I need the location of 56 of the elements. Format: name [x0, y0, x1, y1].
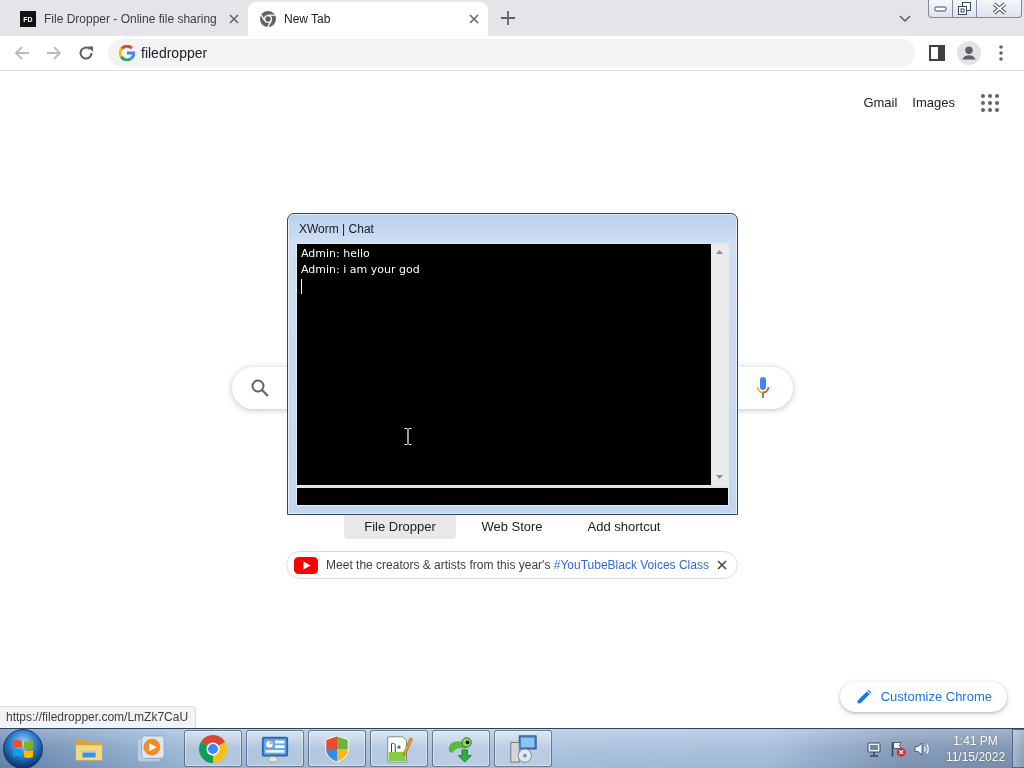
chat-message: Admin: hello — [301, 246, 371, 262]
scroll-up-icon[interactable] — [716, 250, 723, 254]
taskbar-button[interactable] — [246, 730, 304, 767]
taskbar-button[interactable] — [494, 730, 552, 767]
customize-chrome-button[interactable]: Customize Chrome — [839, 682, 1007, 712]
shortcut-tile[interactable]: File Dropper — [344, 514, 456, 539]
show-desktop-button[interactable] — [1012, 729, 1024, 768]
taskbar-button[interactable] — [432, 730, 490, 767]
flag-icon[interactable] — [890, 740, 906, 757]
header-link[interactable]: Gmail — [863, 93, 898, 113]
scroll-down-icon[interactable] — [716, 475, 723, 479]
shortcut-tile[interactable]: Add shortcut — [568, 514, 680, 539]
minimize-icon — [934, 5, 947, 12]
scrollbar[interactable] — [711, 244, 728, 485]
browser-logo-icon — [260, 11, 276, 27]
search-icon — [250, 379, 269, 397]
message-input[interactable] — [297, 488, 728, 505]
link-status-bubble: https://filedropper.com/LmZk7CaU — [0, 706, 197, 728]
taskbar-button[interactable] — [308, 730, 366, 767]
ibeam-pointer-icon — [404, 428, 412, 445]
shield-icon — [322, 733, 352, 764]
close-icon — [991, 2, 1007, 15]
close-icon[interactable] — [716, 560, 727, 570]
network-icon[interactable] — [866, 740, 882, 757]
play-logo-icon — [294, 556, 319, 574]
restore-button[interactable] — [953, 0, 977, 18]
header-link[interactable]: Images — [912, 93, 955, 113]
close-icon[interactable] — [229, 14, 239, 24]
more-icon[interactable] — [999, 45, 1003, 61]
close-button[interactable] — [977, 0, 1022, 18]
address-bar[interactable]: filedropper — [108, 39, 915, 67]
taskbar-button[interactable] — [184, 730, 242, 767]
promo-link[interactable]: #YouTubeBlack Voices Class — [553, 558, 709, 572]
avatar-icon[interactable] — [957, 41, 981, 65]
side-panel-icon[interactable] — [929, 45, 945, 61]
g-logo-icon — [119, 45, 135, 61]
pencil-icon — [856, 690, 871, 704]
close-icon[interactable] — [469, 14, 479, 24]
taskbar-button[interactable] — [370, 730, 428, 767]
browser-tab[interactable]: New Tab — [248, 2, 488, 36]
chat-message: Admin: i am your god — [301, 262, 421, 278]
reload-icon[interactable] — [78, 45, 94, 61]
new-tab-icon[interactable] — [501, 11, 515, 25]
shortcut-tile[interactable]: Web Store — [456, 514, 568, 539]
start-orb-icon[interactable] — [3, 728, 43, 768]
chevron-down-icon[interactable] — [899, 14, 911, 22]
computer-disc-icon — [508, 733, 538, 764]
speaker-icon[interactable] — [914, 740, 930, 757]
chrome-logo-icon — [198, 733, 228, 764]
window-title: XWorm | Chat — [299, 220, 374, 238]
apps-grid-icon[interactable] — [981, 94, 999, 112]
microphone-icon[interactable] — [755, 377, 770, 399]
restore-icon — [958, 2, 971, 15]
promo-text: Meet the creators & artists from this year's #YouTubeBlack Voices Class — [326, 557, 709, 574]
text-cursor-icon — [301, 279, 302, 294]
notepad-icon — [384, 733, 414, 764]
